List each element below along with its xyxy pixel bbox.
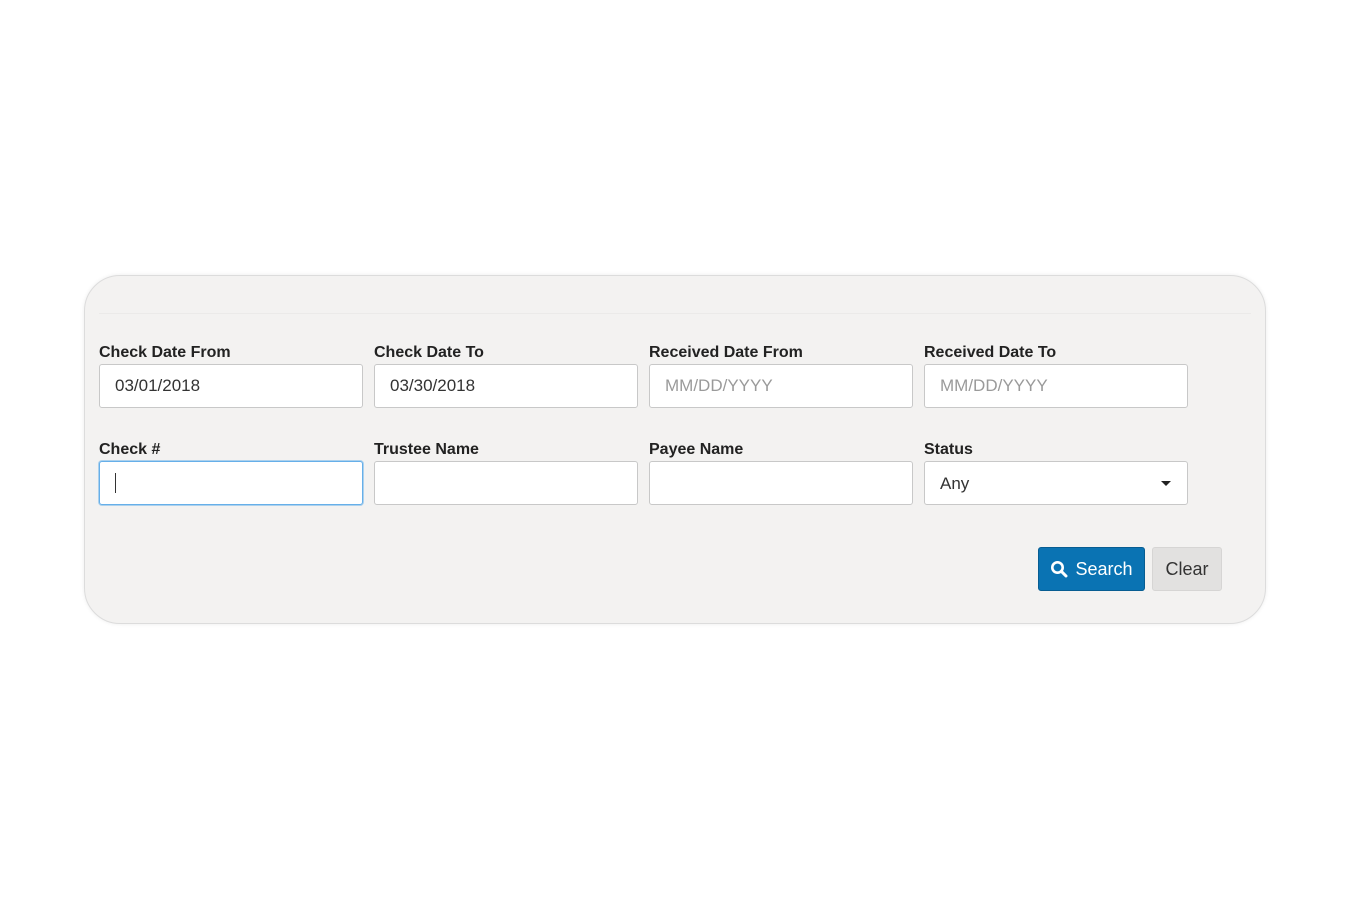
- text-cursor: [115, 473, 116, 493]
- check-number-label: Check #: [99, 441, 161, 458]
- panel-header-divider: [99, 313, 1251, 314]
- clear-button-label: Clear: [1165, 558, 1209, 579]
- trustee-name-label: Trustee Name: [374, 441, 479, 458]
- check-date-to-label: Check Date To: [374, 344, 484, 361]
- search-button-label: Search: [1075, 558, 1133, 579]
- received-date-from-label: Received Date From: [649, 344, 803, 361]
- status-label: Status: [924, 441, 973, 458]
- payee-name-input[interactable]: [649, 461, 913, 505]
- check-date-from-input[interactable]: [99, 364, 363, 408]
- payee-name-label: Payee Name: [649, 441, 744, 458]
- trustee-name-input[interactable]: [374, 461, 638, 505]
- search-icon: [1051, 561, 1068, 578]
- search-panel: Check Date From Check Date To Received D…: [84, 275, 1266, 624]
- check-date-to-input[interactable]: [374, 364, 638, 408]
- clear-button[interactable]: Clear: [1152, 547, 1222, 591]
- received-date-to-label: Received Date To: [924, 344, 1057, 361]
- check-date-from-label: Check Date From: [99, 344, 231, 361]
- received-date-from-input[interactable]: [649, 364, 913, 408]
- status-select[interactable]: Any: [924, 461, 1188, 505]
- status-selected-value: Any: [940, 474, 970, 493]
- received-date-to-input[interactable]: [924, 364, 1188, 408]
- check-number-input[interactable]: [99, 461, 363, 505]
- search-button[interactable]: Search: [1038, 547, 1145, 591]
- chevron-down-icon: [1161, 481, 1171, 486]
